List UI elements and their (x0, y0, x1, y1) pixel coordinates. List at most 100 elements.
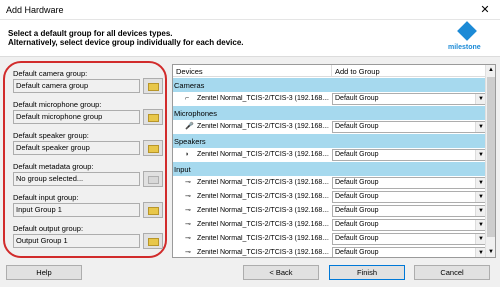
header: Select a default group for all devices t… (0, 20, 500, 56)
group-dropdown-value: Default Group (335, 207, 379, 214)
device-row[interactable]: ⊸ Zenitel Normal_TCIS-2/TCIS-3 (192.168..… (173, 190, 487, 204)
default-groups-panel: Default camera group: Default camera grou… (3, 61, 167, 258)
browse-group-button (143, 171, 163, 187)
folder-icon (148, 83, 159, 91)
category-name: Speakers (174, 137, 206, 146)
group-dropdown-value: Default Group (335, 95, 379, 102)
logo: milestone (448, 21, 482, 54)
category-group-cell (332, 78, 487, 92)
default-group-field[interactable]: Default camera group (13, 79, 140, 93)
back-button[interactable]: < Back (243, 265, 319, 280)
folder-icon (148, 207, 159, 215)
group-dropdown-value: Default Group (335, 221, 379, 228)
group-dropdown[interactable]: Default Group ▼ (332, 93, 487, 105)
device-name: Zenitel Normal_TCIS-2/TCIS-3 (192.168...… (197, 235, 329, 242)
window-title: Add Hardware (6, 5, 64, 15)
device-row[interactable]: ⊸ Zenitel Normal_TCIS-2/TCIS-3 (192.168..… (173, 176, 487, 190)
group-dropdown[interactable]: Default Group ▼ (332, 177, 487, 189)
default-group-field[interactable]: Default speaker group (13, 141, 140, 155)
browse-group-button[interactable] (143, 109, 163, 125)
group-dropdown-value: Default Group (335, 193, 379, 200)
input-icon: ⊸ (185, 193, 191, 200)
category-row: Cameras (173, 78, 487, 92)
device-name: Zenitel Normal_TCIS-2/TCIS-3 (192.168...… (197, 179, 329, 186)
device-row[interactable]: ⊸ Zenitel Normal_TCIS-2/TCIS-3 (192.168..… (173, 232, 487, 246)
logo-text: milestone (448, 44, 481, 51)
input-icon: ⊸ (185, 221, 191, 228)
default-group-field[interactable]: No group selected... (13, 172, 140, 186)
group-dropdown[interactable]: Default Group ▼ (332, 247, 487, 257)
browse-group-button[interactable] (143, 78, 163, 94)
camera-icon: ⌐ (185, 95, 190, 102)
device-name: Zenitel Normal_TCIS-2/TCIS-3 (192.168...… (197, 123, 329, 130)
instruction-line-1: Select a default group for all devices t… (8, 29, 173, 38)
device-name: Zenitel Normal_TCIS-2/TCIS-3 (192.168...… (197, 151, 329, 158)
default-group-label: Default output group: (13, 224, 84, 233)
browse-group-button[interactable] (143, 202, 163, 218)
group-dropdown-value: Default Group (335, 179, 379, 186)
cancel-button[interactable]: Cancel (414, 265, 490, 280)
folder-icon (148, 145, 159, 153)
device-row[interactable]: 🎤 Zenitel Normal_TCIS-2/TCIS-3 (192.168..… (173, 120, 487, 134)
device-name: Zenitel Normal_TCIS-2/TCIS-3 (192.168...… (197, 95, 329, 102)
default-group-field[interactable]: Default microphone group (13, 110, 140, 124)
instruction-line-2: Alternatively, select device group indiv… (8, 38, 244, 47)
default-group-label: Default camera group: (13, 69, 88, 78)
device-row[interactable]: ⊸ Zenitel Normal_TCIS-2/TCIS-3 (192.168..… (173, 246, 487, 257)
category-row: Speakers (173, 134, 487, 148)
folder-icon (148, 176, 159, 184)
device-name: Zenitel Normal_TCIS-2/TCIS-3 (192.168...… (197, 221, 329, 228)
device-name: Zenitel Normal_TCIS-2/TCIS-3 (192.168...… (197, 249, 329, 256)
microphone-icon: 🎤 (185, 123, 194, 130)
group-dropdown-value: Default Group (335, 235, 379, 242)
scroll-thumb[interactable] (487, 77, 495, 237)
device-name: Zenitel Normal_TCIS-2/TCIS-3 (192.168...… (197, 193, 329, 200)
input-icon: ⊸ (185, 179, 191, 186)
group-dropdown-value: Default Group (335, 123, 379, 130)
footer: Help < Back Finish Cancel (0, 258, 500, 287)
default-group-label: Default input group: (13, 193, 79, 202)
input-icon: ⊸ (185, 207, 191, 214)
column-header-add-to-group[interactable]: Add to Group (335, 67, 380, 76)
device-row[interactable]: ⊸ Zenitel Normal_TCIS-2/TCIS-3 (192.168..… (173, 204, 487, 218)
content-area: Default camera group: Default camera grou… (0, 56, 500, 258)
devices-grid: Devices Add to Group Cameras ⌐ Zenitel Nor… (172, 64, 496, 258)
device-row[interactable]: ⌐ Zenitel Normal_TCIS-2/TCIS-3 (192.168..… (173, 92, 487, 106)
milestone-diamond-icon (457, 21, 477, 41)
help-button[interactable]: Help (6, 265, 82, 280)
browse-group-button[interactable] (143, 140, 163, 156)
scroll-up-icon[interactable]: ▲ (486, 65, 495, 75)
category-group-cell (332, 162, 487, 176)
group-dropdown-value: Default Group (335, 151, 379, 158)
category-group-cell (332, 106, 487, 120)
device-row[interactable]: ⊸ Zenitel Normal_TCIS-2/TCIS-3 (192.168..… (173, 218, 487, 232)
category-row: Microphones (173, 106, 487, 120)
vertical-scrollbar[interactable]: ▲ ▼ (485, 65, 495, 257)
group-dropdown-value: Default Group (335, 249, 379, 256)
input-icon: ⊸ (185, 249, 191, 256)
group-dropdown[interactable]: Default Group ▼ (332, 219, 487, 231)
category-name: Input (174, 165, 191, 174)
category-row: Input (173, 162, 487, 176)
folder-icon (148, 238, 159, 246)
device-row[interactable]: ◗ Zenitel Normal_TCIS-2/TCIS-3 (192.168..… (173, 148, 487, 162)
device-name: Zenitel Normal_TCIS-2/TCIS-3 (192.168...… (197, 207, 329, 214)
default-group-field[interactable]: Output Group 1 (13, 234, 140, 248)
column-header-devices[interactable]: Devices (176, 67, 203, 76)
group-dropdown[interactable]: Default Group ▼ (332, 191, 487, 203)
group-dropdown[interactable]: Default Group ▼ (332, 121, 487, 133)
browse-group-button[interactable] (143, 233, 163, 249)
close-icon[interactable]: ✕ (470, 0, 500, 20)
input-icon: ⊸ (185, 235, 191, 242)
default-group-field[interactable]: Input Group 1 (13, 203, 140, 217)
group-dropdown[interactable]: Default Group ▼ (332, 149, 487, 161)
group-dropdown[interactable]: Default Group ▼ (332, 233, 487, 245)
default-group-label: Default microphone group: (13, 100, 102, 109)
category-name: Microphones (174, 109, 217, 118)
scroll-down-icon[interactable]: ▼ (486, 247, 495, 257)
default-group-label: Default metadata group: (13, 162, 94, 171)
grid-header: Devices Add to Group (173, 65, 487, 77)
default-group-label: Default speaker group: (13, 131, 89, 140)
group-dropdown[interactable]: Default Group ▼ (332, 205, 487, 217)
finish-button[interactable]: Finish (329, 265, 405, 280)
